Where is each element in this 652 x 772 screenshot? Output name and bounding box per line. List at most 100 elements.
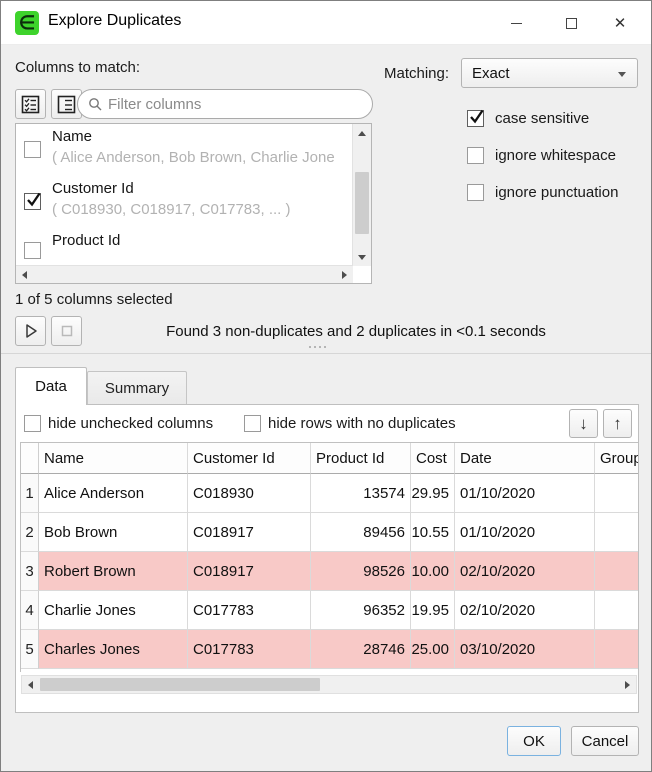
option-label: case sensitive [495, 110, 589, 127]
option-label: ignore punctuation [495, 184, 618, 201]
cell-product-id: 89456 [311, 513, 411, 552]
play-icon [22, 322, 40, 340]
scroll-up-button[interactable] [353, 124, 371, 142]
table-row[interactable]: 1 Alice Anderson C018930 13574 29.95 01/… [21, 474, 638, 513]
column-label: Name [52, 128, 92, 145]
window-title: Explore Duplicates [48, 12, 181, 30]
hide-unchecked-columns-label: hide unchecked columns [48, 415, 213, 432]
scroll-left-button[interactable] [22, 676, 39, 693]
column-checkbox-customer-id[interactable] [24, 193, 41, 210]
cell-name: Robert Brown [39, 552, 188, 591]
table-horizontal-scrollbar[interactable] [21, 675, 637, 694]
header-product-id[interactable]: Product Id [311, 443, 411, 474]
cell-group [595, 474, 638, 513]
columns-list-horizontal-scrollbar[interactable] [16, 265, 353, 283]
ignore-punctuation-checkbox[interactable] [467, 184, 484, 201]
case-sensitive-checkbox[interactable] [467, 110, 484, 127]
row-number[interactable]: 2 [21, 513, 39, 552]
column-item-name[interactable]: Name ( Alice Anderson, Bob Brown, Charli… [16, 124, 353, 176]
cell-customer-id: C018917 [188, 513, 311, 552]
cell-cost: 25.00 [411, 630, 455, 669]
header-customer-id[interactable]: Customer Id [188, 443, 311, 474]
chevron-down-icon [618, 72, 626, 77]
header-date[interactable]: Date [455, 443, 595, 474]
check-all-columns-button[interactable] [15, 89, 46, 119]
tab-label: Data [35, 378, 67, 395]
cancel-label: Cancel [582, 733, 629, 750]
scroll-right-button[interactable] [336, 266, 353, 283]
section-divider [1, 353, 652, 354]
stop-icon [58, 322, 76, 340]
stop-button[interactable] [51, 316, 82, 346]
scroll-right-button[interactable] [619, 676, 636, 693]
cell-customer-id: C018917 [188, 552, 311, 591]
previous-duplicate-button[interactable]: ↑ [603, 409, 632, 438]
matching-label: Matching: [384, 65, 449, 82]
hide-unchecked-columns-checkbox[interactable] [24, 415, 41, 432]
cell-product-id: 96352 [311, 591, 411, 630]
scroll-thumb[interactable] [355, 172, 369, 234]
header-group[interactable]: Group [595, 443, 638, 474]
cell-product-id: 13574 [311, 474, 411, 513]
scroll-thumb[interactable] [40, 678, 320, 691]
header-name[interactable]: Name [39, 443, 188, 474]
run-button[interactable] [15, 316, 46, 346]
cell-cost: 19.95 [411, 591, 455, 630]
row-number[interactable]: 5 [21, 630, 39, 669]
matching-value: Exact [472, 65, 510, 82]
filter-columns-input[interactable] [102, 96, 372, 113]
tab-summary[interactable]: Summary [87, 371, 187, 405]
next-duplicate-button[interactable]: ↓ [569, 409, 598, 438]
table-row-duplicate[interactable]: 5 Charles Jones C017783 28746 25.00 03/1… [21, 630, 638, 669]
cell-customer-id: C018930 [188, 474, 311, 513]
checkmark-icon [24, 190, 43, 209]
column-item-product-id[interactable]: Product Id [16, 228, 353, 266]
scroll-left-button[interactable] [16, 266, 33, 283]
ignore-whitespace-checkbox[interactable] [467, 147, 484, 164]
tab-data[interactable]: Data [15, 367, 87, 405]
case-sensitive-option: case sensitive [467, 110, 589, 127]
column-sample-values: ( Alice Anderson, Bob Brown, Charlie Jon… [52, 149, 335, 166]
column-checkbox-product-id[interactable] [24, 242, 41, 259]
selection-summary: 1 of 5 columns selected [15, 291, 173, 308]
cell-product-id: 98526 [311, 552, 411, 591]
table-row[interactable]: 4 Charlie Jones C017783 96352 19.95 02/1… [21, 591, 638, 630]
header-cost[interactable]: Cost [411, 443, 455, 474]
maximize-button[interactable] [546, 1, 596, 45]
title-bar: ∈ Explore Duplicates ✕ [1, 1, 651, 45]
data-tab-pane: hide unchecked columns hide rows with no… [15, 404, 639, 713]
splitter-handle[interactable] [309, 346, 326, 348]
cell-group [595, 591, 638, 630]
arrow-up-icon: ↑ [613, 414, 622, 434]
matching-dropdown[interactable]: Exact [461, 58, 638, 88]
close-button[interactable]: ✕ [595, 1, 645, 45]
ignore-whitespace-option: ignore whitespace [467, 147, 616, 164]
row-number[interactable]: 4 [21, 591, 39, 630]
row-number[interactable]: 1 [21, 474, 39, 513]
cell-group [595, 513, 638, 552]
ok-button[interactable]: OK [507, 726, 561, 756]
column-label: Customer Id [52, 180, 134, 197]
column-checkbox-name[interactable] [24, 141, 41, 158]
cell-date: 02/10/2020 [455, 591, 595, 630]
table-row[interactable]: 2 Bob Brown C018917 89456 10.55 01/10/20… [21, 513, 638, 552]
row-number[interactable]: 3 [21, 552, 39, 591]
cell-date: 01/10/2020 [455, 474, 595, 513]
scroll-down-button[interactable] [353, 248, 371, 266]
table-row-duplicate[interactable]: 3 Robert Brown C018917 98526 10.00 02/10… [21, 552, 638, 591]
explore-duplicates-dialog: ∈ Explore Duplicates ✕ Columns to match: [0, 0, 652, 772]
ok-label: OK [523, 733, 545, 750]
cell-cost: 10.55 [411, 513, 455, 552]
hide-rows-no-duplicates-checkbox[interactable] [244, 415, 261, 432]
columns-list-viewport: Name ( Alice Anderson, Bob Brown, Charli… [16, 124, 353, 266]
search-icon [88, 97, 102, 111]
minimize-button[interactable] [491, 1, 541, 45]
corner-header-cell[interactable] [21, 443, 39, 474]
columns-list-vertical-scrollbar[interactable] [352, 124, 371, 266]
cancel-button[interactable]: Cancel [571, 726, 639, 756]
close-icon: ✕ [614, 14, 627, 32]
table-options-bar: hide unchecked columns hide rows with no… [16, 405, 638, 442]
cell-product-id: 28746 [311, 630, 411, 669]
minimize-icon [511, 23, 522, 24]
column-item-customer-id[interactable]: Customer Id ( C018930, C018917, C017783,… [16, 176, 353, 228]
